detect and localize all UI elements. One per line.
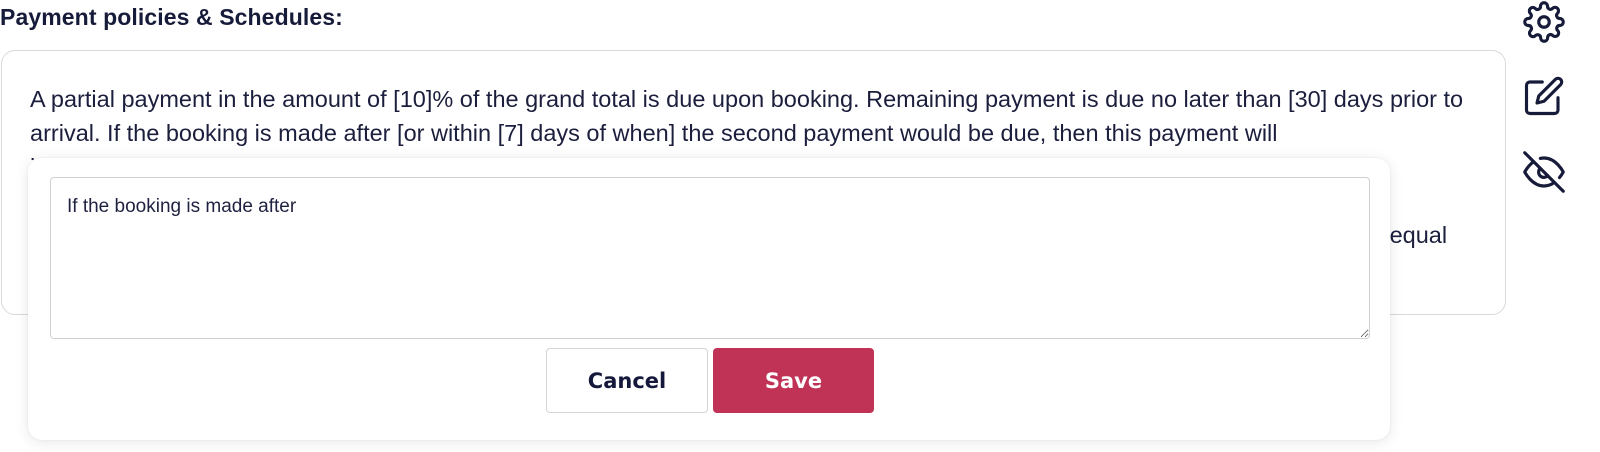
policy-text: A partial payment in the amount of [10]%… <box>30 86 1464 146</box>
edit-popup: If the booking is made after Cancel Save <box>28 158 1390 440</box>
edit-button[interactable] <box>1520 74 1568 122</box>
cancel-button[interactable]: Cancel <box>546 348 708 413</box>
hide-button[interactable] <box>1520 150 1568 198</box>
eye-off-icon <box>1523 150 1565 198</box>
gear-icon <box>1523 0 1565 48</box>
save-button[interactable]: Save <box>713 348 874 413</box>
policy-text-input[interactable]: If the booking is made after <box>50 177 1370 339</box>
settings-button[interactable] <box>1520 0 1568 48</box>
page: Payment policies & Schedules: A partial … <box>0 0 1600 452</box>
section-title: Payment policies & Schedules: <box>0 4 343 30</box>
edit-icon <box>1523 75 1565 122</box>
